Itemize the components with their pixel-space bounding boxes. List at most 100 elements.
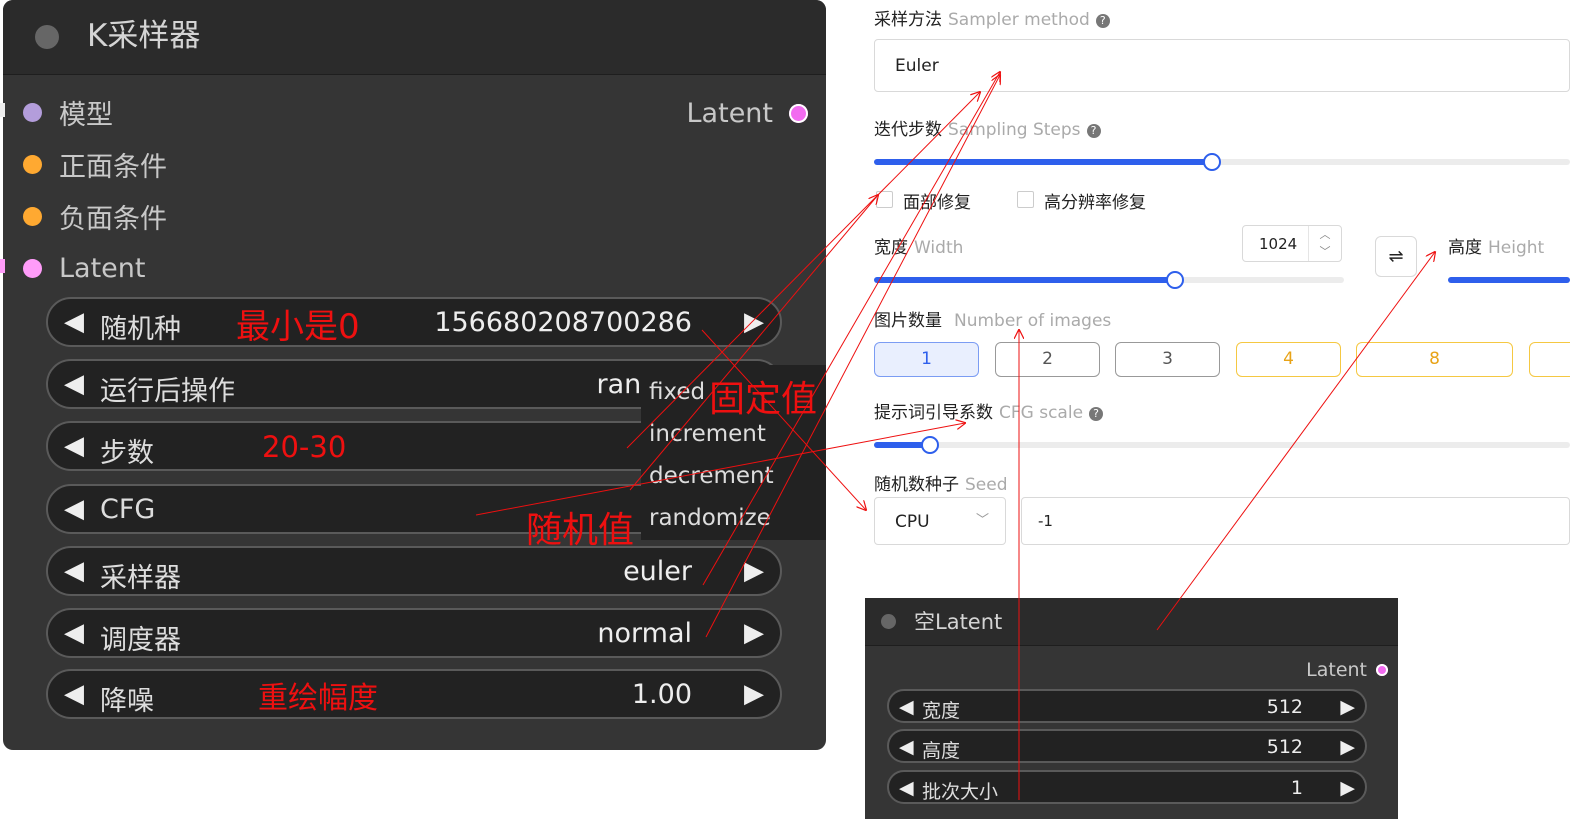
increment-arrow-icon[interactable]: ▶ [744,618,764,648]
input-slot-negative[interactable]: 负面条件 [23,196,167,236]
scheduler-widget[interactable]: ◀ 调度器 normal ▶ [46,608,782,658]
face-restore-checkbox[interactable] [876,191,893,208]
widget-label: 高度 [922,740,961,762]
num-images-option-2[interactable]: 2 [995,342,1100,377]
input-slot-positive[interactable]: 正面条件 [23,144,167,184]
seed-device-select[interactable]: CPU ﹀ [874,497,1006,545]
face-restore-label: 面部修复 [903,193,971,213]
help-icon[interactable]: ? [1095,14,1110,28]
widget-label: 批次大小 [922,781,999,803]
input-label-negative: 负面条件 [59,203,167,235]
input-label-model: 模型 [59,99,113,131]
widget-label: CFG [100,494,156,525]
decrement-arrow-icon[interactable]: ◀ [64,618,84,648]
increment-arrow-icon[interactable]: ▶ [1340,736,1355,758]
latent-width-widget[interactable]: ◀ 宽度 512 ▶ [887,689,1367,723]
slider-thumb[interactable] [921,436,939,454]
negative-slot-dot[interactable] [23,206,42,226]
slider-fill [874,159,1211,165]
sampler-method-label: 采样方法 Sampler method? [874,5,1110,30]
cfg-scale-slider[interactable] [874,436,1570,454]
num-images-option-4[interactable]: 4 [1236,342,1341,377]
empty-latent-title-bar[interactable]: 空Latent [865,598,1398,646]
decrement-arrow-icon[interactable]: ◀ [64,556,84,586]
empty-latent-output-slot[interactable]: Latent [1306,659,1388,681]
widget-value[interactable]: 1.00 [632,679,692,710]
num-images-option-3[interactable]: 3 [1115,342,1220,377]
slider-fill [874,277,1174,283]
increment-arrow-icon[interactable]: ▶ [744,556,764,586]
link-stub [0,259,5,273]
output-slot-latent[interactable]: Latent [687,93,808,133]
output-label-latent: Latent [686,97,773,129]
widget-label: 降噪 [100,686,154,717]
help-icon[interactable]: ? [1086,124,1101,138]
sampler-method-select[interactable]: Euler [874,39,1570,92]
increment-arrow-icon[interactable]: ▶ [744,679,764,709]
model-slot-dot[interactable] [23,102,42,122]
denoise-widget[interactable]: ◀ 降噪 1.00 ▶ [46,669,782,719]
seed-value: -1 [1038,512,1053,530]
menu-item-decrement[interactable]: decrement [649,463,774,489]
increment-arrow-icon[interactable]: ▶ [744,307,764,337]
latent-batch-size-widget[interactable]: ◀ 批次大小 1 ▶ [887,770,1367,804]
increment-arrow-icon[interactable]: ▶ [1340,696,1355,718]
widget-value[interactable]: 1 [1291,777,1303,799]
decrement-arrow-icon[interactable]: ◀ [64,307,84,337]
width-number-input[interactable]: 1024 ︿ ﹀ [1242,225,1342,262]
cfg-scale-label: 提示词引导系数 CFG scale? [874,398,1104,423]
annotation-steps-range: 20-30 [262,430,347,464]
latent-output-dot[interactable] [1376,664,1388,676]
menu-item-randomize[interactable]: randomize [649,505,771,531]
node-collapse-dot[interactable] [35,25,59,49]
num-images-option-8[interactable]: 8 [1356,342,1513,377]
sampler-widget[interactable]: ◀ 采样器 euler ▶ [46,546,782,596]
widget-label: 随机种 [100,314,181,345]
width-label: 宽度 Width [874,238,964,258]
ksampler-node[interactable]: K采样器 模型 正面条件 负面条件 Latent Latent ◀ 随机种 15… [3,0,826,750]
latent-slot-dot[interactable] [23,258,42,278]
decrement-arrow-icon[interactable]: ◀ [899,777,914,799]
sampling-steps-slider[interactable] [874,153,1570,171]
hires-fix-checkbox[interactable] [1017,191,1034,208]
empty-latent-title: 空Latent [914,610,1003,634]
decrement-arrow-icon[interactable]: ◀ [899,736,914,758]
decrement-arrow-icon[interactable]: ◀ [64,369,84,399]
slider-thumb[interactable] [1203,153,1221,171]
menu-item-fixed[interactable]: fixed [649,379,705,405]
num-images-option-more[interactable] [1529,342,1570,377]
seed-input[interactable]: -1 [1021,497,1570,545]
height-slider[interactable] [1448,277,1570,283]
swap-dimensions-button[interactable]: ⇌ [1375,236,1417,277]
decrement-arrow-icon[interactable]: ◀ [64,679,84,709]
widget-value[interactable]: euler [623,556,692,587]
widget-value[interactable]: 512 [1267,736,1303,758]
stepper-arrows-icon[interactable]: ︿ ﹀ [1308,226,1341,261]
latent-output-dot[interactable] [789,103,808,123]
widget-value[interactable]: 156680208700286 [434,307,692,338]
slider-thumb[interactable] [1166,271,1184,289]
num-images-option-1[interactable]: 1 [874,342,979,377]
ksampler-title-bar[interactable]: K采样器 [3,0,826,75]
input-label-latent: Latent [59,252,146,284]
widget-value[interactable]: normal [597,618,692,649]
width-slider[interactable] [874,271,1344,289]
hires-fix-label: 高分辨率修复 [1044,193,1146,213]
menu-item-increment[interactable]: increment [649,421,766,447]
slider-fill [1448,277,1570,283]
widget-value[interactable]: 512 [1267,696,1303,718]
positive-slot-dot[interactable] [23,154,42,174]
latent-height-widget[interactable]: ◀ 高度 512 ▶ [887,729,1367,763]
decrement-arrow-icon[interactable]: ◀ [899,696,914,718]
input-slot-model[interactable]: 模型 [23,92,113,132]
help-icon[interactable]: ? [1089,407,1104,421]
increment-arrow-icon[interactable]: ▶ [1340,777,1355,799]
node-collapse-dot[interactable] [881,614,896,629]
decrement-arrow-icon[interactable]: ◀ [64,431,84,461]
arrow-line [1156,252,1435,631]
seed-widget[interactable]: ◀ 随机种 156680208700286 ▶ [46,297,782,347]
decrement-arrow-icon[interactable]: ◀ [64,494,84,524]
chevron-down-icon: ﹀ [975,513,989,528]
empty-latent-node[interactable]: 空Latent Latent ◀ 宽度 512 ▶ ◀ 高度 512 ▶ ◀ 批… [865,598,1398,819]
input-slot-latent[interactable]: Latent [23,248,145,288]
